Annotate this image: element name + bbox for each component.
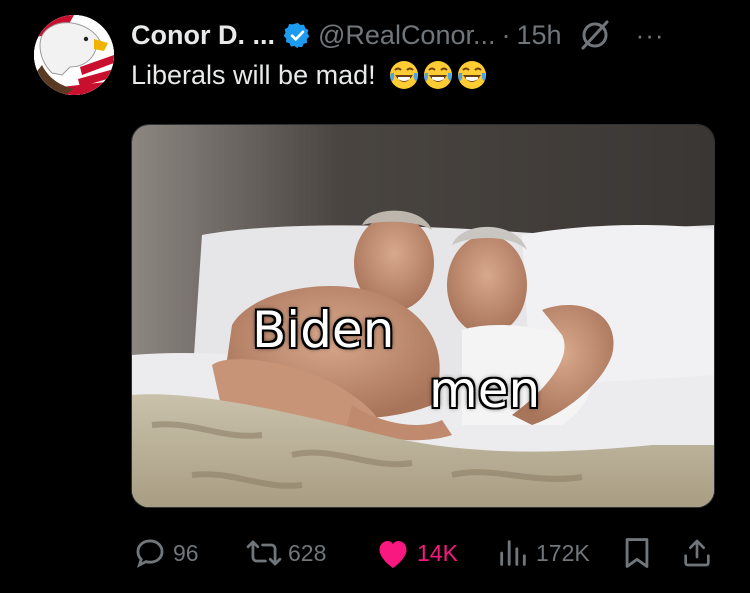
- views-button[interactable]: 172K: [496, 533, 590, 573]
- repost-icon: [246, 540, 282, 566]
- grok-icon[interactable]: [578, 18, 612, 52]
- post-media-image[interactable]: Biden men: [131, 124, 715, 508]
- bookmark-icon: [625, 538, 649, 568]
- bookmark-button[interactable]: [622, 533, 658, 573]
- post-text: Liberals will be mad!: [131, 59, 488, 91]
- reply-count: 96: [173, 539, 199, 566]
- face-with-tears-of-joy-icon: [423, 61, 452, 89]
- views-count: 172K: [536, 539, 590, 566]
- views-chart-icon: [500, 540, 526, 566]
- avatar[interactable]: [34, 15, 114, 95]
- face-with-tears-of-joy-icon: [457, 61, 486, 89]
- verified-badge-icon: [283, 22, 310, 48]
- post-header: Conor D. ... @RealConor... · 15h ···: [131, 14, 665, 56]
- repost-button[interactable]: 628: [246, 533, 326, 573]
- reply-icon: [136, 539, 164, 568]
- post-time[interactable]: 15h: [517, 20, 562, 51]
- author-handle[interactable]: @RealConor...: [318, 20, 496, 51]
- face-with-tears-of-joy-icon: [389, 61, 418, 89]
- post-actions: 96 628 14K 172K: [131, 533, 715, 573]
- like-button[interactable]: 14K: [375, 533, 458, 573]
- separator-dot: ·: [501, 19, 511, 50]
- heart-icon: [379, 541, 407, 568]
- repost-count: 628: [288, 539, 327, 566]
- reply-button[interactable]: 96: [133, 533, 199, 573]
- meme-caption-left: Biden: [252, 301, 395, 359]
- author-name[interactable]: Conor D. ...: [131, 20, 275, 51]
- share-button[interactable]: [681, 533, 719, 573]
- share-icon: [684, 539, 710, 567]
- post-text-content: Liberals will be mad!: [131, 59, 376, 90]
- eagle-flag-avatar-image: [34, 15, 114, 95]
- more-options-icon[interactable]: ···: [636, 22, 665, 48]
- meme-caption-right: men: [429, 361, 541, 419]
- like-count: 14K: [417, 539, 458, 566]
- meme-photo: [132, 125, 714, 507]
